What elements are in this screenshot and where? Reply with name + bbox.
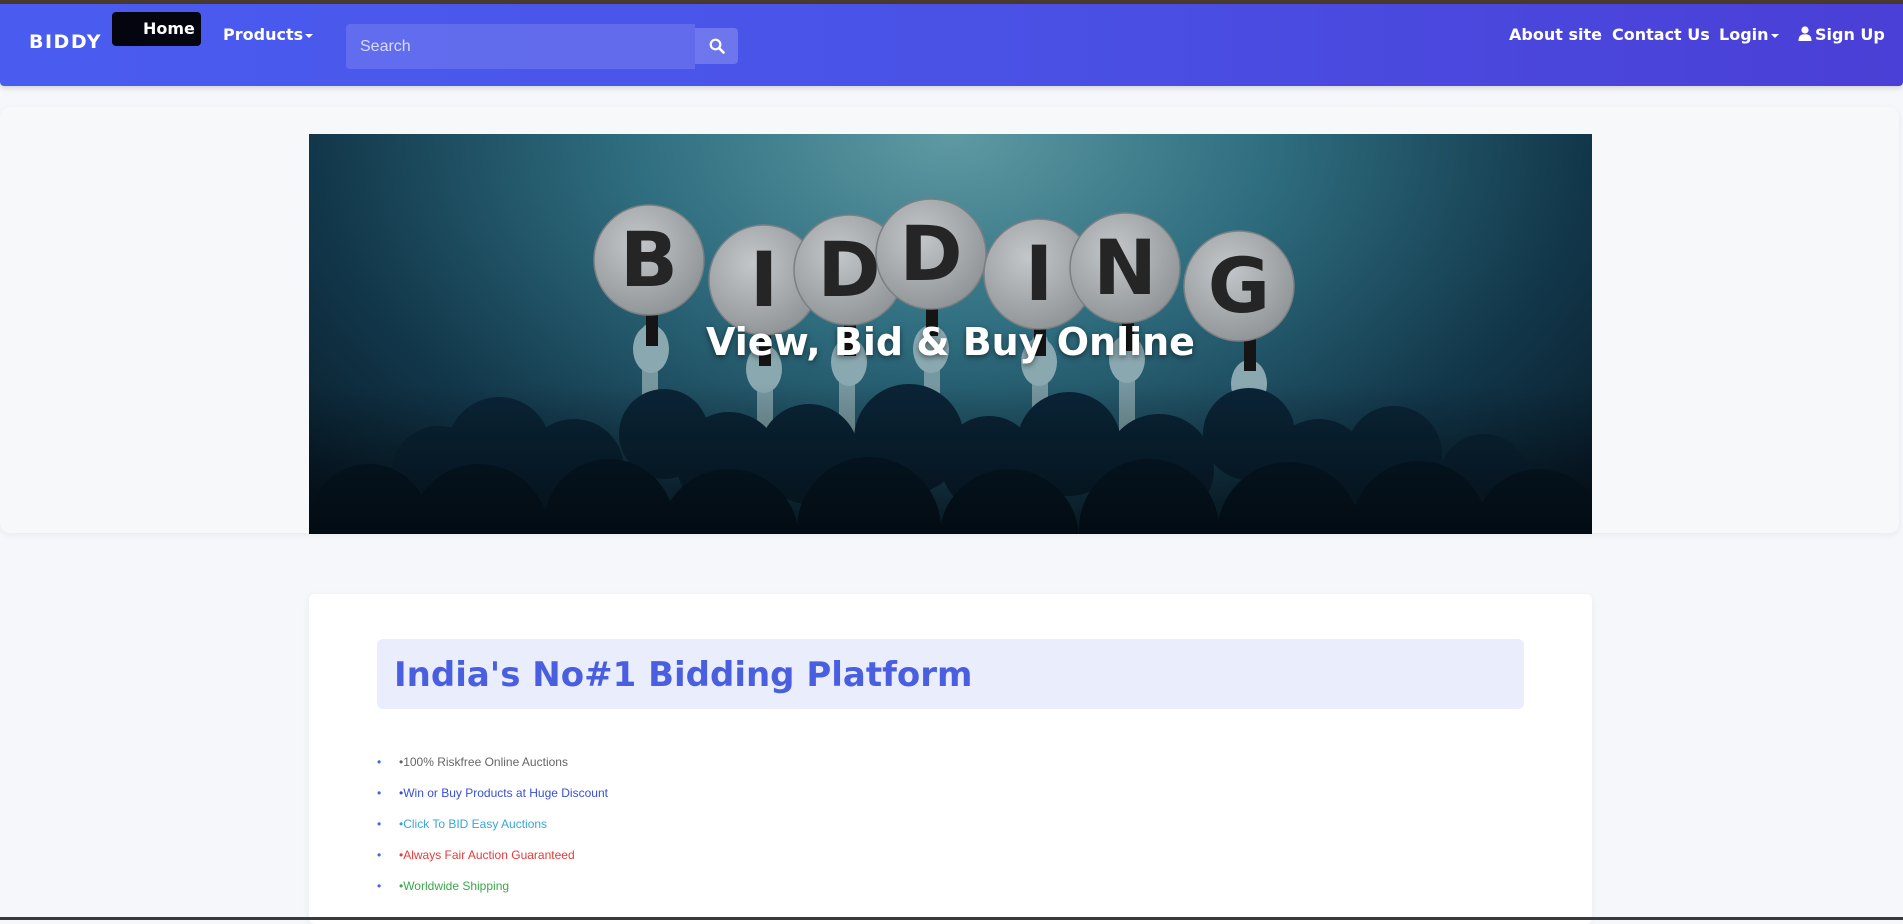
user-icon [1798,26,1812,41]
caret-down-icon [305,33,314,38]
nav-about-link[interactable]: About site [1509,25,1602,45]
brand-logo[interactable]: BIDDY [29,31,102,53]
navbar: BIDDY Home Products About site Contact U… [0,4,1903,86]
feature-text: •Worldwide Shipping [399,879,510,893]
feature-item: • •Worldwide Shipping [377,878,608,909]
nav-login-dropdown[interactable]: Login [1719,25,1779,45]
nav-products-dropdown[interactable]: Products [223,25,314,45]
nav-login-label: Login [1719,25,1769,44]
bullet-icon: • [377,755,382,769]
feature-text: •Click To BID Easy Auctions [399,817,548,831]
bullet-icon: • [377,848,382,862]
search-input[interactable] [346,24,695,69]
sign-letter: I [1025,229,1053,318]
caret-down-icon [1770,33,1779,38]
feature-item: • •Click To BID Easy Auctions [377,816,608,847]
feature-item: • •Win or Buy Products at Huge Discount [377,785,608,816]
sign-letter: D [817,225,880,314]
nav-signup-label: Sign Up [1815,25,1885,44]
sign-letter: B [620,215,678,304]
sign-letter: D [899,209,962,298]
search-icon [709,38,725,54]
intro-card: India's No#1 Bidding Platform • •100% Ris… [309,594,1592,924]
search-button[interactable] [695,28,738,64]
sign-letter: G [1208,241,1270,330]
feature-item: • •Always Fair Auction Guaranteed [377,847,608,878]
sign-letter: N [1093,223,1157,312]
nav-signup-link[interactable]: Sign Up [1798,25,1885,45]
feature-text: •Always Fair Auction Guaranteed [399,848,575,862]
nav-contact-link[interactable]: Contact Us [1612,25,1710,45]
feature-text: •100% Riskfree Online Auctions [399,755,568,769]
feature-text: •Win or Buy Products at Huge Discount [399,786,608,800]
feature-list: • •100% Riskfree Online Auctions • •Win or… [377,754,608,909]
feature-item: • •100% Riskfree Online Auctions [377,754,608,785]
sign-letter: I [750,235,778,324]
hero-title: View, Bid & Buy Online [706,320,1195,364]
nav-products-label: Products [223,25,304,44]
page-headline: India's No#1 Bidding Platform [394,655,973,695]
bullet-icon: • [377,879,382,893]
hero-banner-image: B I D D I N G View, Bid & Buy Online [309,134,1592,534]
bullet-icon: • [377,786,382,800]
bullet-icon: • [377,817,382,831]
nav-home-link[interactable]: Home [112,12,201,46]
headline-box: India's No#1 Bidding Platform [377,639,1524,709]
